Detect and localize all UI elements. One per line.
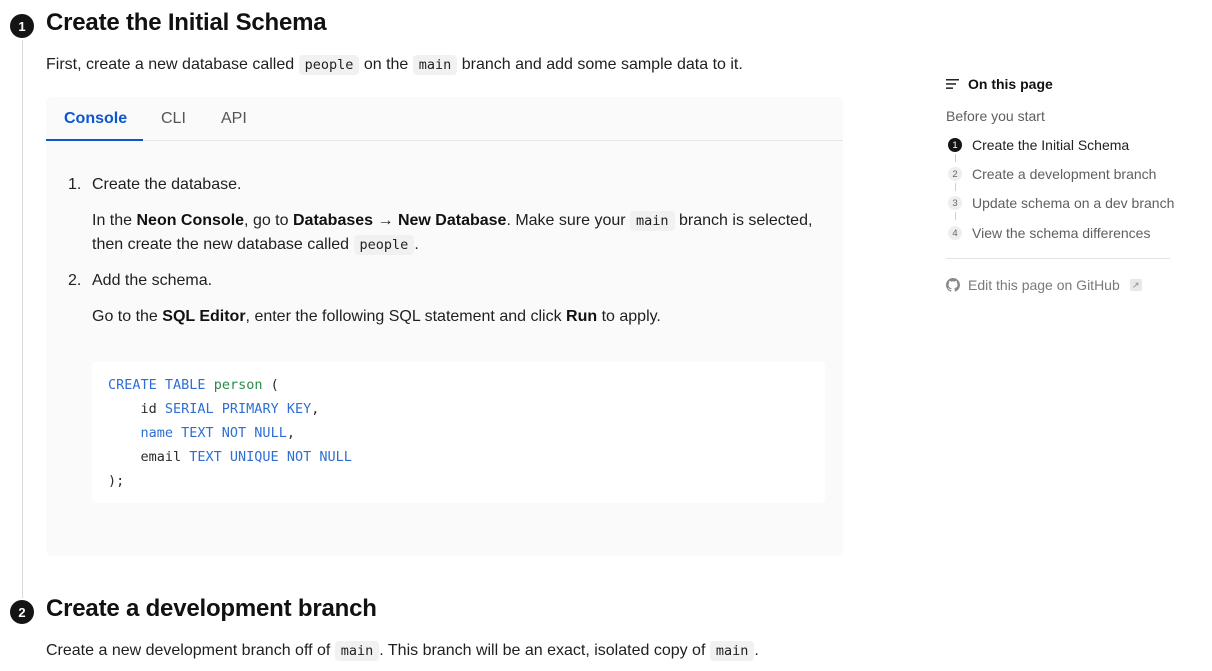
toc-connector bbox=[955, 154, 956, 162]
list-item-title: Create the database. bbox=[92, 176, 242, 193]
list-item-body: In the Neon Console, go to Databases → N… bbox=[92, 211, 813, 231]
toc-step-badge: 3 bbox=[948, 196, 962, 210]
toc-item-dev-branch[interactable]: Create a development branch bbox=[972, 166, 1156, 182]
tab-cli[interactable]: CLI bbox=[161, 97, 186, 141]
list-number: 2. bbox=[68, 272, 82, 289]
inline-code-people: people bbox=[353, 235, 415, 255]
toc-divider bbox=[946, 258, 1170, 259]
toc-connector bbox=[955, 212, 956, 220]
github-icon bbox=[946, 278, 960, 292]
inline-code-main: main bbox=[412, 55, 458, 75]
list-item-body-continued: then create the new database called peop… bbox=[92, 235, 419, 255]
code-line: CREATE TABLE person ( bbox=[108, 377, 279, 393]
toc-step-badge: 2 bbox=[948, 167, 962, 181]
list-icon bbox=[946, 79, 959, 89]
code-line: name TEXT NOT NULL, bbox=[140, 425, 295, 441]
step-intro-text: Create a new development branch off of m… bbox=[46, 641, 759, 661]
edit-on-github-link[interactable]: Edit this page on GitHub ↗ bbox=[946, 277, 1142, 293]
inline-code-main: main bbox=[630, 211, 675, 231]
toc-connector bbox=[955, 183, 956, 191]
toc-item-initial-schema[interactable]: Create the Initial Schema bbox=[972, 137, 1129, 153]
code-line: email TEXT UNIQUE NOT NULL bbox=[108, 449, 352, 465]
toc-step-badge: 4 bbox=[948, 226, 962, 240]
list-number: 1. bbox=[68, 176, 82, 193]
toc-item-before-you-start[interactable]: Before you start bbox=[946, 108, 1045, 124]
step-title: Create a development branch bbox=[46, 595, 377, 622]
list-item-body: Go to the SQL Editor, enter the followin… bbox=[92, 308, 661, 325]
external-link-icon: ↗ bbox=[1129, 279, 1142, 291]
code-line: ); bbox=[108, 473, 125, 489]
toc-heading: On this page bbox=[946, 76, 1053, 92]
inline-code-people: people bbox=[298, 55, 360, 75]
inline-code-main: main bbox=[709, 641, 755, 661]
step-title: Create the Initial Schema bbox=[46, 9, 327, 36]
sql-code-block: CREATE TABLE person ( id SERIAL PRIMARY … bbox=[92, 362, 825, 503]
list-item-title: Add the schema. bbox=[92, 272, 213, 289]
code-line: id SERIAL PRIMARY KEY, bbox=[108, 401, 320, 417]
inline-code-main: main bbox=[334, 641, 380, 661]
toc-item-update-schema[interactable]: Update schema on a dev branch bbox=[972, 195, 1174, 211]
toc-step-badge: 1 bbox=[948, 138, 962, 152]
step-number-badge: 2 bbox=[10, 600, 34, 624]
tab-console[interactable]: Console bbox=[64, 97, 127, 141]
tab-api[interactable]: API bbox=[221, 97, 247, 141]
active-tab-indicator bbox=[46, 139, 143, 141]
steps-timeline-line bbox=[22, 40, 23, 598]
step-intro-text: First, create a new database called peop… bbox=[46, 55, 743, 75]
toc-item-schema-diff[interactable]: View the schema differences bbox=[972, 225, 1150, 241]
step-number-badge: 1 bbox=[10, 14, 34, 38]
tab-bar: Console CLI API bbox=[46, 97, 843, 141]
